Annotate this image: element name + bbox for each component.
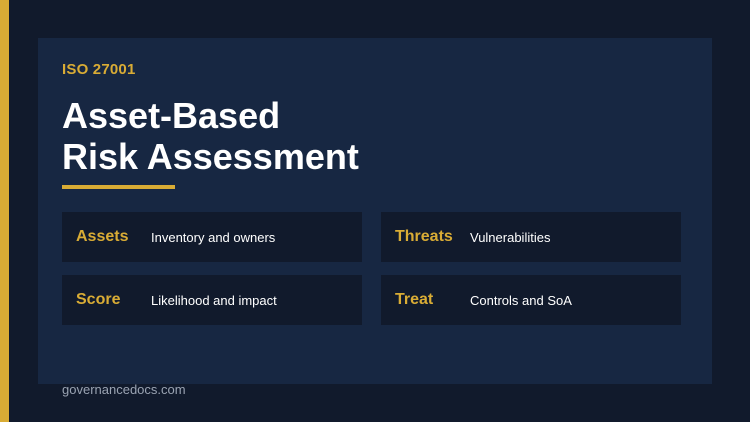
card-score: Score Likelihood and impact [62,275,362,325]
title-underline [62,185,175,189]
content-panel [38,38,712,384]
card-description: Likelihood and impact [151,293,277,308]
card-threats: Threats Vulnerabilities [381,212,681,262]
card-description: Inventory and owners [151,230,276,245]
card-assets: Assets Inventory and owners [62,212,362,262]
card-key: Score [76,291,121,308]
card-key: Assets [76,228,129,245]
left-accent-bar [0,0,9,422]
title-line-1: Asset-Based [62,95,281,136]
card-treat: Treat Controls and SoA [381,275,681,325]
page-title: Asset-Based Risk Assessment [62,95,359,177]
eyebrow-label: ISO 27001 [62,61,136,78]
card-key: Threats [395,228,453,245]
card-description: Controls and SoA [470,293,572,308]
title-line-2: Risk Assessment [62,136,359,177]
card-description: Vulnerabilities [470,230,551,245]
footer-site-link[interactable]: governancedocs.com [62,382,186,397]
card-key: Treat [395,291,434,308]
